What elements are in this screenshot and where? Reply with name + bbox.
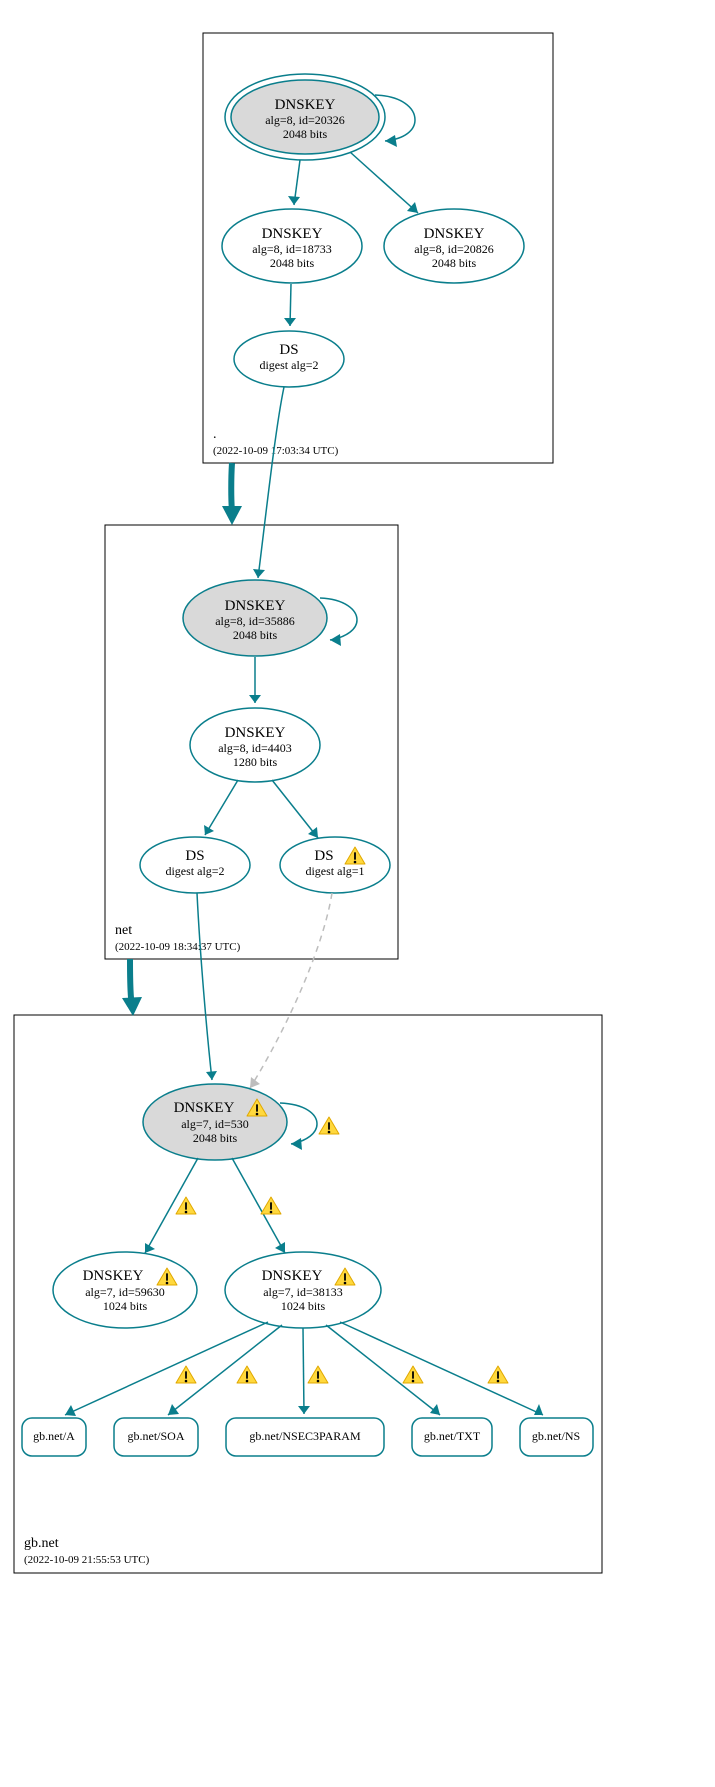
svg-text:DNSKEY: DNSKEY — [225, 598, 286, 614]
warning-icon — [176, 1197, 196, 1214]
edge-zsk2-txt — [326, 1325, 440, 1415]
edge-zsk2-a — [65, 1322, 268, 1415]
zone-net-ts: (2022-10-09 18:34:37 UTC) — [115, 941, 241, 953]
svg-text:DS: DS — [185, 848, 204, 864]
edge-rootds-netksk — [258, 387, 284, 578]
svg-text:gb.net/SOA: gb.net/SOA — [128, 1429, 185, 1443]
svg-text:2048 bits: 2048 bits — [283, 127, 328, 141]
warning-icon — [237, 1366, 257, 1383]
edge-zsk2-ns — [340, 1322, 543, 1415]
warning-icon — [176, 1366, 196, 1383]
svg-text:DS: DS — [279, 342, 298, 358]
svg-text:gb.net/NSEC3PARAM: gb.net/NSEC3PARAM — [249, 1429, 361, 1443]
svg-text:digest alg=1: digest alg=1 — [305, 864, 364, 878]
zone-gb-ts: (2022-10-09 21:55:53 UTC) — [24, 1554, 150, 1566]
warning-icon — [308, 1366, 328, 1383]
svg-text:2048 bits: 2048 bits — [270, 256, 315, 270]
edge-netds1-gbksk — [197, 893, 212, 1080]
svg-text:gb.net/TXT: gb.net/TXT — [424, 1429, 481, 1443]
svg-text:2048 bits: 2048 bits — [233, 628, 278, 642]
svg-text:digest alg=2: digest alg=2 — [165, 864, 224, 878]
svg-text:alg=8, id=20826: alg=8, id=20826 — [414, 242, 494, 256]
svg-text:gb.net/A: gb.net/A — [33, 1429, 75, 1443]
warning-icon — [403, 1366, 423, 1383]
svg-text:gb.net/NS: gb.net/NS — [532, 1429, 580, 1443]
zone-gb-name: gb.net — [24, 1536, 59, 1551]
warning-icon — [319, 1117, 339, 1134]
svg-text:DS: DS — [314, 848, 333, 864]
edge-netzsk-ds1 — [205, 780, 238, 835]
svg-text:alg=7, id=530: alg=7, id=530 — [181, 1117, 249, 1131]
zone-root-ts: (2022-10-09 17:03:34 UTC) — [213, 445, 339, 457]
svg-text:DNSKEY: DNSKEY — [83, 1268, 144, 1284]
svg-text:2048 bits: 2048 bits — [193, 1131, 238, 1145]
svg-text:1024 bits: 1024 bits — [281, 1299, 326, 1313]
svg-text:alg=8, id=18733: alg=8, id=18733 — [252, 242, 332, 256]
svg-text:DNSKEY: DNSKEY — [262, 226, 323, 242]
warning-icon — [488, 1366, 508, 1383]
edge-netds2-gbksk — [250, 893, 332, 1088]
edge-zsk2-n3 — [303, 1328, 304, 1414]
edge-rootksk-zsk2 — [350, 152, 418, 213]
edge-gbksk-zsk2 — [232, 1158, 285, 1253]
svg-text:DNSKEY: DNSKEY — [262, 1268, 323, 1284]
svg-text:DNSKEY: DNSKEY — [424, 226, 485, 242]
svg-text:DNSKEY: DNSKEY — [275, 97, 336, 113]
svg-text:alg=8, id=35886: alg=8, id=35886 — [215, 614, 295, 628]
svg-text:alg=7, id=59630: alg=7, id=59630 — [85, 1285, 165, 1299]
svg-text:alg=8, id=4403: alg=8, id=4403 — [218, 741, 292, 755]
edge-netzsk-ds2 — [272, 780, 318, 838]
edge-root-net-deleg — [231, 463, 232, 511]
svg-text:DNSKEY: DNSKEY — [174, 1100, 235, 1116]
svg-text:DNSKEY: DNSKEY — [225, 725, 286, 741]
svg-text:2048 bits: 2048 bits — [432, 256, 477, 270]
svg-text:1280 bits: 1280 bits — [233, 755, 278, 769]
svg-text:1024 bits: 1024 bits — [103, 1299, 148, 1313]
warning-icon — [261, 1197, 281, 1214]
svg-text:digest alg=2: digest alg=2 — [259, 358, 318, 372]
zone-root-name: . — [213, 427, 217, 442]
dnssec-graph: . (2022-10-09 17:03:34 UTC) net (2022-10… — [0, 0, 715, 1787]
svg-text:alg=8, id=20326: alg=8, id=20326 — [265, 113, 345, 127]
svg-text:alg=7, id=38133: alg=7, id=38133 — [263, 1285, 343, 1299]
zone-net-name: net — [115, 923, 132, 938]
